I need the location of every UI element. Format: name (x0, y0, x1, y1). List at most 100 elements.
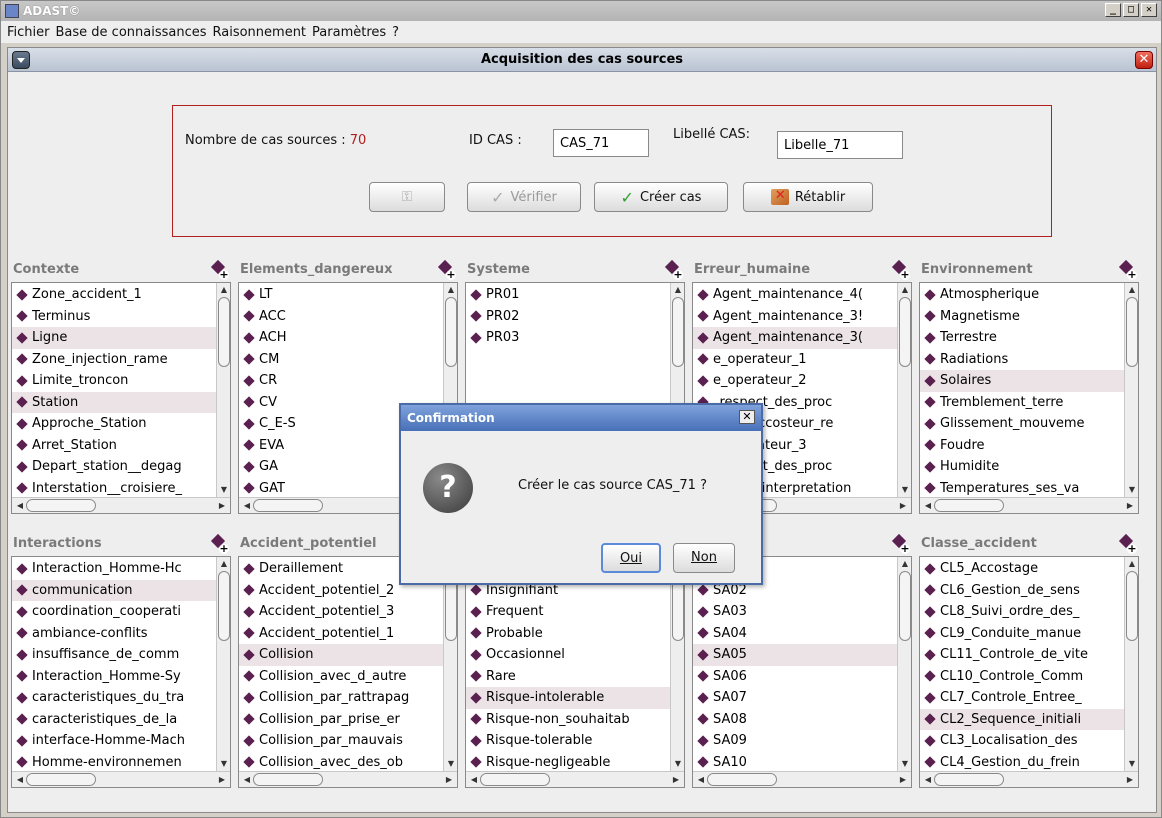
reset-button[interactable]: Rétablir (743, 182, 873, 212)
list-item[interactable]: Accident_potentiel_3 (239, 601, 443, 623)
list-item[interactable]: CL11_Controle_de_vite (920, 644, 1124, 666)
list-item[interactable]: Agent_maintenance_3( (693, 327, 897, 349)
scroll-down-icon[interactable]: ▼ (672, 758, 684, 770)
list-item[interactable]: PR03 (466, 327, 670, 349)
minimize-button[interactable]: _ (1105, 3, 1121, 17)
list-item[interactable]: SA07 (693, 687, 897, 709)
list-item[interactable]: CL5_Accostage (920, 558, 1124, 580)
menu-fichier[interactable]: Fichier (7, 25, 50, 40)
list-item[interactable]: SA10 (693, 752, 897, 774)
scroll-down-icon[interactable]: ▼ (445, 758, 457, 770)
list-item[interactable]: Arret_Station (12, 435, 216, 457)
list-item[interactable]: SA06 (693, 666, 897, 688)
scroll-up-icon[interactable]: ▲ (899, 558, 911, 570)
list-item[interactable]: Collision_par_mauvais (239, 730, 443, 752)
list-item[interactable]: Risque-non_souhaitab (466, 709, 670, 731)
list-item[interactable]: SA03 (693, 601, 897, 623)
scroll-left-icon[interactable]: ◀ (922, 773, 934, 786)
list-item[interactable]: SA04 (693, 623, 897, 645)
list-item[interactable]: Interaction_Homme-Hc (12, 558, 216, 580)
list-item[interactable]: CL9_Conduite_manue (920, 623, 1124, 645)
scroll-right-icon[interactable]: ▶ (1124, 773, 1136, 786)
scroll-thumb[interactable] (1126, 297, 1138, 367)
list-item[interactable]: Foudre (920, 435, 1124, 457)
list-item[interactable]: Glissement_mouveme (920, 413, 1124, 435)
horizontal-scrollbar[interactable]: ◀▶ (12, 771, 230, 787)
list-item[interactable]: Radiations (920, 349, 1124, 371)
scroll-left-icon[interactable]: ◀ (468, 773, 480, 786)
list-item[interactable]: SA09 (693, 730, 897, 752)
list-item[interactable]: insuffisance_de_comm (12, 644, 216, 666)
list-item[interactable]: Collision_avec_des_ob (239, 752, 443, 774)
list-item[interactable]: coordination_cooperati (12, 601, 216, 623)
vertical-scrollbar[interactable]: ▲▼ (443, 557, 457, 771)
scroll-thumb[interactable] (899, 571, 911, 641)
list-item[interactable]: Solaires (920, 370, 1124, 392)
list-item[interactable]: SA08 (693, 709, 897, 731)
list-item[interactable]: Temperatures_ses_va (920, 478, 1124, 500)
menu-base-connaissances[interactable]: Base de connaissances (56, 25, 207, 40)
scroll-thumb[interactable] (445, 297, 457, 367)
scroll-left-icon[interactable]: ◀ (922, 499, 934, 512)
scroll-thumb[interactable] (26, 773, 96, 786)
scroll-thumb[interactable] (707, 773, 777, 786)
scroll-down-icon[interactable]: ▼ (218, 484, 230, 496)
vertical-scrollbar[interactable]: ▲▼ (670, 557, 684, 771)
id-cas-field[interactable]: CAS_71 (553, 129, 649, 157)
vertical-scrollbar[interactable]: ▲▼ (216, 557, 230, 771)
list-item[interactable] (466, 349, 670, 371)
list-item[interactable]: Interaction_Homme-Sy (12, 666, 216, 688)
vertical-scrollbar[interactable]: ▲▼ (1124, 557, 1138, 771)
list-item[interactable]: Terrestre (920, 327, 1124, 349)
scroll-right-icon[interactable]: ▶ (443, 773, 455, 786)
item-list[interactable]: CL5_Accostage CL6_Gestion_de_sens CL8_Suiv… (919, 556, 1139, 788)
add-item-icon[interactable] (211, 534, 229, 554)
scroll-thumb[interactable] (253, 773, 323, 786)
list-item[interactable]: Terminus (12, 306, 216, 328)
vertical-scrollbar[interactable]: ▲▼ (897, 557, 911, 771)
horizontal-scrollbar[interactable]: ◀▶ (920, 771, 1138, 787)
vertical-scrollbar[interactable]: ▲▼ (216, 283, 230, 497)
list-item[interactable]: ACH (239, 327, 443, 349)
list-item[interactable]: Collision_par_prise_er (239, 709, 443, 731)
list-item[interactable]: CL4_Gestion_du_frein (920, 752, 1124, 774)
scroll-right-icon[interactable]: ▶ (216, 773, 228, 786)
add-item-icon[interactable] (1119, 534, 1137, 554)
scroll-thumb[interactable] (26, 499, 96, 512)
menu-parametres[interactable]: Paramètres (312, 25, 386, 40)
item-list[interactable]: Deraillement Accident_potentiel_2 Accident… (238, 556, 458, 788)
list-item[interactable]: Zone_injection_rame (12, 349, 216, 371)
list-item[interactable]: ACC (239, 306, 443, 328)
scroll-right-icon[interactable]: ▶ (216, 499, 228, 512)
list-item[interactable]: Zone_accident_1 (12, 284, 216, 306)
menu-help[interactable]: ? (392, 25, 399, 40)
list-item[interactable]: Risque-tolerable (466, 730, 670, 752)
list-item[interactable]: caracteristiques_de_la (12, 709, 216, 731)
list-item[interactable]: Tremblement_terre (920, 392, 1124, 414)
list-item[interactable]: Agent_maintenance_3! (693, 306, 897, 328)
scroll-left-icon[interactable]: ◀ (14, 773, 26, 786)
horizontal-scrollbar[interactable]: ◀▶ (12, 497, 230, 513)
create-case-button[interactable]: ✓ Créer cas (594, 182, 728, 212)
maximize-button[interactable]: □ (1123, 3, 1139, 17)
scroll-left-icon[interactable]: ◀ (241, 773, 253, 786)
scroll-thumb[interactable] (899, 297, 911, 367)
scroll-thumb[interactable] (480, 773, 550, 786)
scroll-thumb[interactable] (218, 297, 230, 367)
scroll-thumb[interactable] (672, 297, 684, 367)
scroll-down-icon[interactable]: ▼ (899, 758, 911, 770)
list-item[interactable]: Agent_maintenance_4( (693, 284, 897, 306)
scroll-right-icon[interactable]: ▶ (1124, 499, 1136, 512)
list-item[interactable]: Risque-negligeable (466, 752, 670, 774)
list-item[interactable]: SA05 (693, 644, 897, 666)
frame-close-button[interactable]: ✕ (1135, 51, 1153, 69)
add-item-icon[interactable] (438, 260, 456, 280)
list-item[interactable]: ambiance-conflits (12, 623, 216, 645)
list-item[interactable]: Humidite (920, 456, 1124, 478)
item-list[interactable]: SA01SA02SA03SA04SA05SA06SA07SA08SA09SA10… (692, 556, 912, 788)
list-item[interactable]: caracteristiques_du_tra (12, 687, 216, 709)
list-item[interactable]: Atmospherique (920, 284, 1124, 306)
scroll-thumb[interactable] (1126, 571, 1138, 641)
list-item[interactable]: Collision_par_rattrapag (239, 687, 443, 709)
list-item[interactable]: Collision (239, 644, 443, 666)
